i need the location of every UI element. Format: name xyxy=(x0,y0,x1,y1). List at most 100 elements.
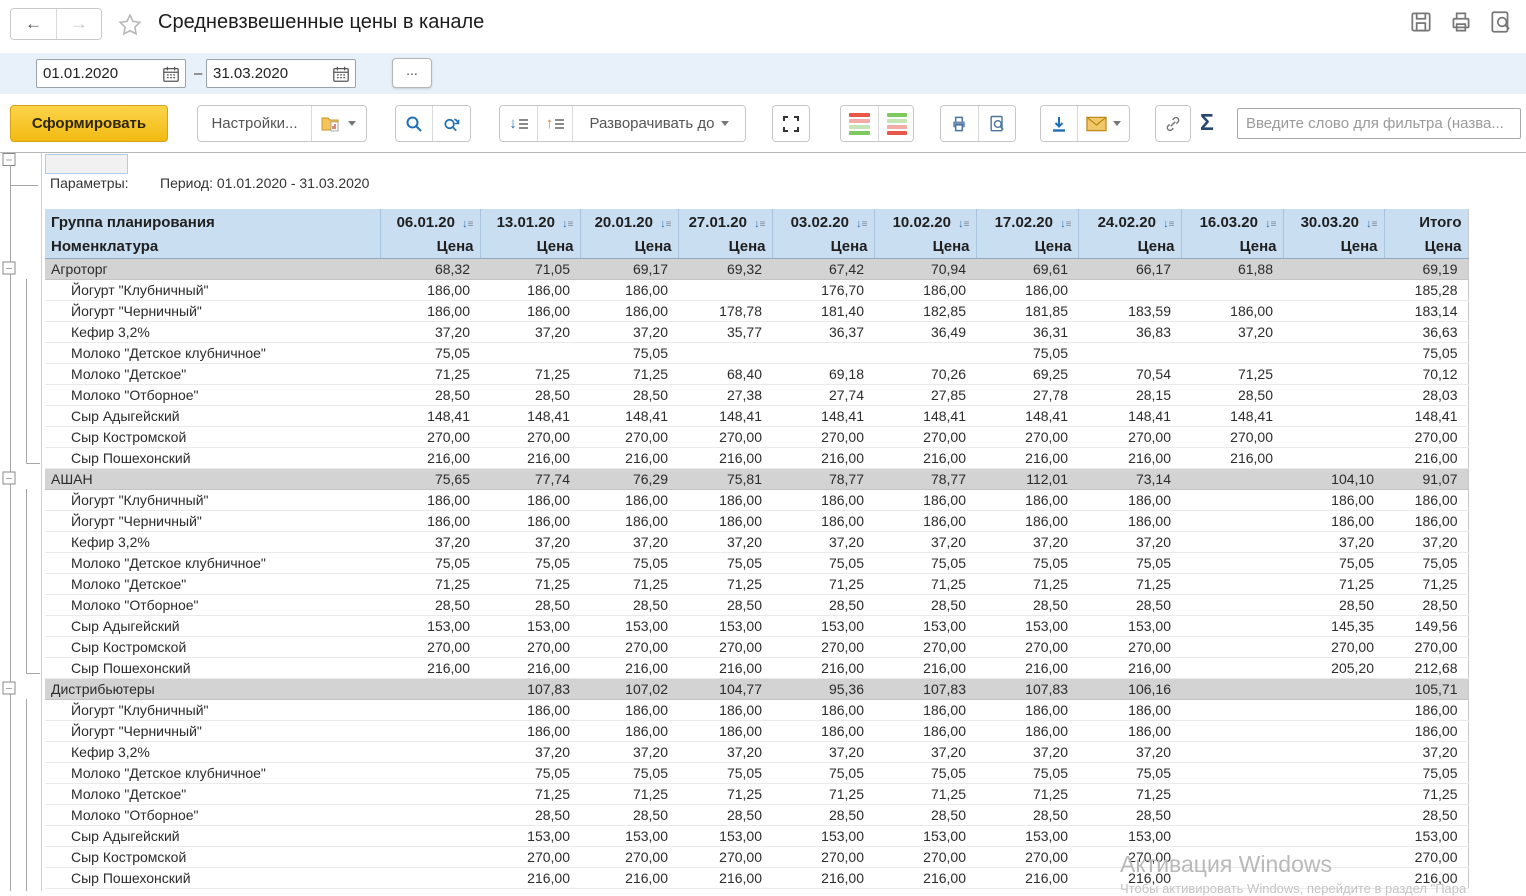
column-header[interactable]: Цена xyxy=(1181,236,1283,258)
value-cell[interactable]: 270,00 xyxy=(874,636,976,657)
value-cell[interactable]: 186,00 xyxy=(1384,489,1468,510)
item-name-cell[interactable]: Молоко "Отборное" xyxy=(45,384,380,405)
value-cell[interactable]: 186,00 xyxy=(1384,510,1468,531)
value-cell[interactable]: 37,20 xyxy=(874,531,976,552)
value-cell[interactable]: 186,00 xyxy=(874,720,976,741)
value-cell[interactable]: 216,00 xyxy=(1078,447,1181,468)
value-cell[interactable]: 181,40 xyxy=(772,300,874,321)
value-cell[interactable]: 28,50 xyxy=(380,594,480,615)
value-cell[interactable] xyxy=(380,720,480,741)
group-name-cell[interactable]: Дистрибьютеры xyxy=(45,678,380,699)
value-cell[interactable]: 186,00 xyxy=(380,300,480,321)
value-cell[interactable]: 149,56 xyxy=(1384,615,1468,636)
value-cell[interactable]: 216,00 xyxy=(480,447,580,468)
value-cell[interactable] xyxy=(1181,279,1283,300)
value-cell[interactable]: 75,05 xyxy=(580,552,678,573)
value-cell[interactable] xyxy=(1078,279,1181,300)
value-cell[interactable]: 75,05 xyxy=(976,762,1078,783)
sort-icon[interactable]: ↓≡ xyxy=(660,218,671,230)
value-cell[interactable]: 186,00 xyxy=(1078,720,1181,741)
sum-button[interactable]: Σ xyxy=(1200,109,1214,136)
column-header[interactable]: 27.01.20 ↓≡ xyxy=(678,209,772,236)
value-cell[interactable]: 216,00 xyxy=(772,657,874,678)
value-cell[interactable]: 186,00 xyxy=(1283,489,1384,510)
value-cell[interactable]: 216,00 xyxy=(1384,447,1468,468)
value-cell[interactable]: 36,63 xyxy=(1384,321,1468,342)
column-header[interactable]: Цена xyxy=(678,236,772,258)
value-cell[interactable]: 71,25 xyxy=(480,573,580,594)
value-cell[interactable]: 148,41 xyxy=(976,405,1078,426)
value-cell[interactable]: 186,00 xyxy=(580,279,678,300)
value-cell[interactable]: 71,25 xyxy=(678,573,772,594)
value-cell[interactable]: 186,00 xyxy=(1078,699,1181,720)
value-cell[interactable] xyxy=(380,678,480,699)
value-cell[interactable]: 186,00 xyxy=(976,699,1078,720)
value-cell[interactable]: 176,70 xyxy=(772,279,874,300)
value-cell[interactable]: 28,50 xyxy=(1078,804,1181,825)
selected-cell[interactable] xyxy=(45,154,128,174)
value-cell[interactable]: 37,20 xyxy=(976,741,1078,762)
value-cell[interactable]: 71,25 xyxy=(380,573,480,594)
value-cell[interactable]: 216,00 xyxy=(874,867,976,888)
item-name-cell[interactable]: Йогурт "Черничный" xyxy=(45,510,380,531)
value-cell[interactable]: 75,05 xyxy=(1078,762,1181,783)
column-header[interactable]: Итого xyxy=(1384,209,1468,236)
group-name-cell[interactable]: Агроторг xyxy=(45,258,380,279)
value-cell[interactable]: 69,32 xyxy=(678,258,772,279)
value-cell[interactable]: 186,00 xyxy=(772,720,874,741)
report-variants-button[interactable] xyxy=(311,106,364,141)
value-cell[interactable]: 71,25 xyxy=(380,363,480,384)
column-header[interactable]: Цена xyxy=(380,236,480,258)
value-cell[interactable]: 270,00 xyxy=(580,846,678,867)
value-cell[interactable]: 153,00 xyxy=(580,825,678,846)
value-cell[interactable] xyxy=(1181,615,1283,636)
value-cell[interactable]: 66,17 xyxy=(1078,258,1181,279)
value-cell[interactable] xyxy=(1181,720,1283,741)
value-cell[interactable]: 71,25 xyxy=(1078,573,1181,594)
sort-icon[interactable]: ↓≡ xyxy=(1265,218,1276,230)
value-cell[interactable]: 153,00 xyxy=(772,615,874,636)
item-name-cell[interactable]: Сыр Пошехонский xyxy=(45,447,380,468)
expand-rows-button[interactable]: ↓ xyxy=(500,106,537,141)
item-name-cell[interactable]: Йогурт "Черничный" xyxy=(45,300,380,321)
value-cell[interactable] xyxy=(1283,867,1384,888)
value-cell[interactable]: 270,00 xyxy=(1078,846,1181,867)
value-cell[interactable]: 37,20 xyxy=(678,531,772,552)
value-cell[interactable]: 37,20 xyxy=(1384,741,1468,762)
filter-input[interactable] xyxy=(1237,108,1521,139)
value-cell[interactable]: 186,00 xyxy=(380,279,480,300)
sort-icon[interactable]: ↓≡ xyxy=(754,218,765,230)
value-cell[interactable]: 153,00 xyxy=(874,825,976,846)
value-cell[interactable]: 71,25 xyxy=(772,573,874,594)
value-cell[interactable]: 153,00 xyxy=(1384,825,1468,846)
value-cell[interactable]: 37,20 xyxy=(678,741,772,762)
value-cell[interactable]: 75,05 xyxy=(1384,342,1468,363)
value-cell[interactable]: 270,00 xyxy=(976,426,1078,447)
value-cell[interactable]: 178,78 xyxy=(678,300,772,321)
value-cell[interactable]: 148,41 xyxy=(772,405,874,426)
value-cell[interactable] xyxy=(1078,342,1181,363)
value-cell[interactable]: 104,10 xyxy=(1283,468,1384,489)
value-cell[interactable]: 78,77 xyxy=(772,468,874,489)
value-cell[interactable] xyxy=(380,804,480,825)
value-cell[interactable] xyxy=(1283,321,1384,342)
value-cell[interactable]: 270,00 xyxy=(976,846,1078,867)
value-cell[interactable]: 185,28 xyxy=(1384,279,1468,300)
value-cell[interactable] xyxy=(1181,552,1283,573)
value-cell[interactable]: 270,00 xyxy=(1078,636,1181,657)
item-name-cell[interactable]: Кефир 3,2% xyxy=(45,531,380,552)
item-name-cell[interactable]: Молоко "Детское" xyxy=(45,363,380,384)
value-cell[interactable]: 104,77 xyxy=(678,678,772,699)
value-cell[interactable]: 70,26 xyxy=(874,363,976,384)
value-cell[interactable]: 70,94 xyxy=(874,258,976,279)
print-preview-button[interactable] xyxy=(978,106,1015,141)
value-cell[interactable]: 71,25 xyxy=(976,573,1078,594)
value-cell[interactable]: 75,05 xyxy=(678,552,772,573)
value-cell[interactable]: 112,01 xyxy=(976,468,1078,489)
value-cell[interactable] xyxy=(1181,489,1283,510)
collapse-rows-button[interactable]: ↑ xyxy=(537,106,572,141)
value-cell[interactable]: 107,02 xyxy=(580,678,678,699)
value-cell[interactable] xyxy=(1181,825,1283,846)
value-cell[interactable]: 70,54 xyxy=(1078,363,1181,384)
value-cell[interactable]: 71,25 xyxy=(580,363,678,384)
